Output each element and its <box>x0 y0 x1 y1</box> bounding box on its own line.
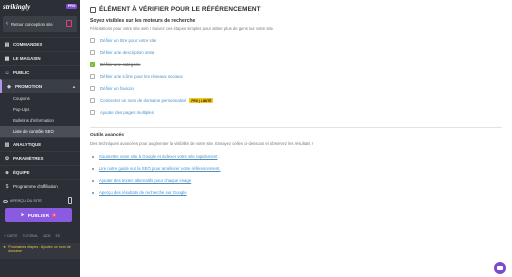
nav-label: PUBLIC <box>13 70 30 75</box>
orders-icon: ▤ <box>4 41 10 48</box>
advanced-tools-title: Outils avancés <box>90 133 124 138</box>
nav-analytics[interactable]: ▥ ANALYTIQUE <box>0 137 80 151</box>
chart-icon: ▥ <box>4 141 10 148</box>
checklist-link[interactable]: Définir une icône pour les réseaux socia… <box>100 74 183 79</box>
publish-label: PUBLIER <box>27 212 50 218</box>
pro-badge: PRO <box>66 4 77 9</box>
seo-description: Félicitations pour votre site web ! Suiv… <box>90 26 275 31</box>
checklist-item[interactable]: Définir une icône pour les réseaux socia… <box>90 74 183 79</box>
advanced-link[interactable]: Ajouter des textes alternatifs pour chaq… <box>99 178 191 183</box>
nav-label: ANALYTIQUE <box>13 142 42 147</box>
nav-settings[interactable]: ⚙ PARAMÈTRES <box>0 151 80 165</box>
nav-public[interactable]: ☺ PUBLIC <box>0 65 80 79</box>
nav-label: LE MAGASIN <box>13 56 41 61</box>
eye-icon <box>3 199 8 203</box>
checklist-item[interactable]: Connecter un nom de domaine personnalisé… <box>90 98 214 103</box>
nav-team[interactable]: ☻ ÉQUIPE <box>0 165 80 179</box>
footer-link[interactable]: ES <box>56 234 60 238</box>
team-icon: ☻ <box>4 169 10 176</box>
return-label: Retour conception site <box>11 21 53 27</box>
bullet <box>92 167 94 170</box>
section-header: ÉLÉMENT À VÉRIFIER POUR LE RÉFÉRENCEMENT <box>90 6 261 13</box>
checklist-link[interactable]: Définir un favicon <box>100 86 134 91</box>
checkbox[interactable] <box>90 50 95 55</box>
subnav-newsletters[interactable]: Bulletins d'information <box>0 115 80 126</box>
footer-links: + CARTE TUTORIAL AIDE ES <box>4 234 60 238</box>
publish-count-badge: 1 <box>52 213 57 217</box>
nav-orders[interactable]: ▤ COMMANDES <box>0 37 80 51</box>
gear-icon: ⚙ <box>4 155 10 162</box>
checklist-item[interactable]: Définir un titre pour votre site <box>90 38 156 43</box>
sidebar: strikingly PRO ‹ Retour conception site … <box>0 0 80 277</box>
checklist-item[interactable]: Ajouter des pages multiples <box>90 110 154 115</box>
checkbox-checked[interactable]: ✓ <box>90 62 95 67</box>
advanced-item: Aperçu des résultats de recherche sur Go… <box>92 190 187 195</box>
subnav-coupons[interactable]: Coupons <box>0 93 80 104</box>
rocket-icon: ➤ <box>20 212 25 217</box>
bullet <box>92 191 94 194</box>
seo-subtitle: Soyez visibles sur les moteurs de recher… <box>90 18 196 24</box>
return-to-editor-button[interactable]: ‹ Retour conception site <box>3 16 77 32</box>
nav-promotion[interactable]: ◆ PROMOTION ▲ <box>0 79 80 93</box>
checklist-link[interactable]: Définir une catégorie <box>100 62 141 67</box>
footer-link[interactable]: TUTORIAL <box>23 234 39 238</box>
chat-button[interactable] <box>494 262 506 274</box>
megaphone-icon: ◆ <box>7 83 11 90</box>
footer-link[interactable]: AIDE <box>43 234 50 238</box>
strikingly-logo[interactable]: strikingly <box>3 3 30 11</box>
chat-bubble-icon <box>497 266 503 270</box>
dollar-icon: $ <box>5 183 9 190</box>
nav-store[interactable]: ▦ LE MAGASIN <box>0 51 80 65</box>
nav-label: COMMANDES <box>13 42 43 47</box>
nav-label: PROMOTION <box>15 84 43 89</box>
people-icon: ☺ <box>4 69 10 76</box>
next-step-text: Prochaines étapes : Ajoutez un nom de do… <box>8 245 71 254</box>
store-icon: ▦ <box>4 55 10 62</box>
checklist-item[interactable]: Définir une description insta <box>90 50 154 55</box>
subnav-popups[interactable]: Pop-Ups <box>0 104 80 115</box>
footer-link[interactable]: + CARTE <box>4 234 18 238</box>
checkbox[interactable] <box>90 74 95 79</box>
back-arrow-icon: ‹ <box>6 21 8 27</box>
advanced-item: Soumettre votre site à Google et indexer… <box>92 154 217 159</box>
nav-label: PARAMÈTRES <box>13 156 44 161</box>
preview-label: APERÇU DU SITE <box>10 199 42 203</box>
checklist-link[interactable]: Définir une description insta <box>100 50 154 55</box>
checklist-link[interactable]: Définir un titre pour votre site <box>100 38 156 43</box>
advanced-link[interactable]: Soumettre votre site à Google et indexer… <box>99 154 217 159</box>
advanced-link[interactable]: Lire notre guide sur la SEO pour amélior… <box>99 166 221 171</box>
checklist-link[interactable]: Connecter un nom de domaine personnalisé <box>100 98 186 103</box>
checklist-link[interactable]: Ajouter des pages multiples <box>100 110 154 115</box>
advanced-item: Ajouter des textes alternatifs pour chaq… <box>92 178 191 183</box>
nav-label: Programme d'affiliation <box>13 184 58 189</box>
advanced-link[interactable]: Aperçu des résultats de recherche sur Go… <box>99 190 187 195</box>
checkbox[interactable] <box>90 110 95 115</box>
mobile-preview-icon[interactable] <box>68 197 72 204</box>
sidebar-topbar: strikingly PRO <box>0 0 80 13</box>
checkbox[interactable] <box>90 86 95 91</box>
checklist-icon <box>90 6 96 13</box>
chevron-up-icon: ▲ <box>72 84 76 89</box>
checklist-item[interactable]: ✓ Définir une catégorie <box>90 62 141 67</box>
nav-affiliate[interactable]: $ Programme d'affiliation <box>0 179 80 193</box>
publish-button[interactable]: ➤ PUBLIER 1 <box>5 208 72 222</box>
bullet <box>92 179 94 182</box>
checkbox[interactable] <box>90 38 95 43</box>
page-title: ÉLÉMENT À VÉRIFIER POUR LE RÉFÉRENCEMENT <box>99 6 261 13</box>
site-preview-link[interactable]: APERÇU DU SITE <box>3 199 42 203</box>
divider <box>90 127 502 128</box>
pro-limited-badge: PRO | LIMITÉ <box>189 98 214 103</box>
main-panel: ÉLÉMENT À VÉRIFIER POUR LE RÉFÉRENCEMENT… <box>80 0 512 277</box>
checklist-item[interactable]: Définir un favicon <box>90 86 134 91</box>
advanced-tools-description: Des techniques avancées pour augmenter l… <box>90 141 313 146</box>
checkbox[interactable] <box>90 98 95 103</box>
subnav-seo-checklist[interactable]: Liste de contrôle SEO <box>0 126 80 137</box>
advanced-item: Lire notre guide sur la SEO pour amélior… <box>92 166 221 171</box>
next-step-banner[interactable]: ★ Prochaines étapes : Ajoutez un nom de … <box>0 243 80 259</box>
bullet <box>92 155 94 158</box>
nav-label: ÉQUIPE <box>13 170 30 175</box>
page-icon <box>66 20 72 27</box>
star-icon: ★ <box>3 245 7 249</box>
